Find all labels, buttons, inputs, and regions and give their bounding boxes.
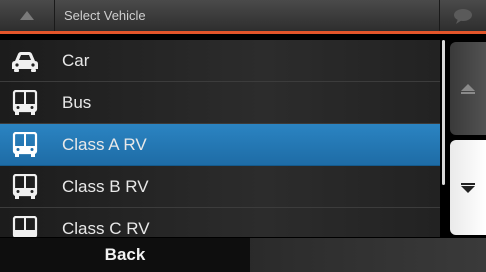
triangle-up-icon — [20, 11, 34, 20]
triangle-down-icon — [461, 182, 475, 193]
scroll-down-button[interactable] — [450, 140, 486, 235]
vehicle-label: Bus — [62, 92, 92, 112]
vehicle-label: Car — [62, 50, 90, 70]
rv-icon — [0, 208, 50, 237]
up-button[interactable] — [0, 0, 55, 31]
back-button[interactable]: Back — [0, 238, 250, 272]
vehicle-label: Class C RV — [62, 218, 150, 238]
vehicle-label: Class A RV — [62, 134, 147, 154]
vehicle-item-class-b-rv[interactable]: Class B RV — [0, 166, 440, 208]
vehicle-list: Car Bus Class A RV Class B RV Class C RV — [0, 40, 440, 237]
message-button[interactable] — [439, 0, 486, 31]
vehicle-item-car[interactable]: Car — [0, 40, 440, 82]
triangle-up-icon — [461, 83, 475, 94]
car-icon — [0, 40, 50, 82]
page-title: Select Vehicle — [64, 8, 146, 23]
vehicle-item-class-c-rv[interactable]: Class C RV — [0, 208, 440, 237]
vehicle-item-bus[interactable]: Bus — [0, 82, 440, 124]
vehicle-item-class-a-rv[interactable]: Class A RV — [0, 124, 440, 166]
vehicle-label: Class B RV — [62, 176, 149, 196]
title-bar: Select Vehicle — [0, 0, 486, 34]
rv-icon — [0, 166, 50, 208]
bus-icon — [0, 82, 50, 124]
rv-icon — [0, 124, 50, 166]
speech-bubble-icon — [454, 8, 472, 24]
scroll-up-button[interactable] — [450, 42, 486, 135]
scroll-position-indicator — [442, 40, 445, 185]
